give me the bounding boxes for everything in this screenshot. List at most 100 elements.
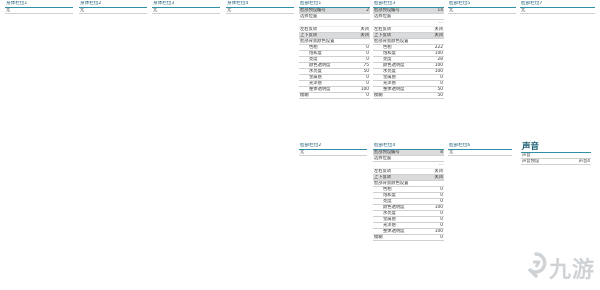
face-slot-6-value[interactable]: 无 xyxy=(448,150,512,156)
row-value: 0 xyxy=(440,210,443,216)
body-slot-4-panel: 身体栏位4 无 xyxy=(226,1,294,14)
row-value: 50 xyxy=(363,68,369,74)
row-label: 饱和度 xyxy=(383,50,396,56)
row-label: 模糊 xyxy=(374,234,383,240)
row-label: 选择位置 xyxy=(374,13,392,19)
body-slot-3-value[interactable]: 无 xyxy=(152,8,220,14)
row-label: 整体透明度 xyxy=(309,86,331,92)
row-label: 脸部预设编号 xyxy=(374,7,400,13)
body-slot-4-value[interactable]: 无 xyxy=(226,8,294,14)
face-slot-3-panel: 脸部栏位3 脸部预设编号 14 选择位置 ... 左右反转 关闭 上下反转 关闭 脸部… xyxy=(373,1,444,99)
body-slot-1-panel: 身体栏位1 无 xyxy=(5,1,73,14)
row-value: 75 xyxy=(363,62,369,68)
face-slot-1-title: 脸部栏位1 xyxy=(299,1,370,8)
row-value: 100 xyxy=(360,86,369,92)
face-slot-7-value[interactable]: 无 xyxy=(520,8,595,14)
row-value: 0 xyxy=(440,216,443,222)
position-value-row[interactable]: ... xyxy=(373,20,444,27)
row-label: 亮度 xyxy=(383,198,392,204)
row-label: 左右反转 xyxy=(374,26,392,32)
row-label: 色相 xyxy=(309,44,318,50)
row-value: 100 xyxy=(434,62,443,68)
blur-row[interactable]: 模糊 50 xyxy=(373,93,444,99)
row-value: 0 xyxy=(440,74,443,80)
face-slot-4-panel: 脸部栏位4 脸部预设编号 8 选择位置 ... 左右反转 关闭 上下反转 关闭 脸部背… xyxy=(373,143,444,241)
row-value: 0 xyxy=(440,222,443,228)
body-slot-2-value[interactable]: 无 xyxy=(79,8,147,14)
row-label: 色相 xyxy=(383,44,392,50)
sound-title: 声音 xyxy=(521,142,591,153)
row-label: 光泽感 xyxy=(309,80,322,86)
body-slot-4-title: 身体栏位4 xyxy=(226,1,294,8)
row-value: 关闭 xyxy=(434,26,443,32)
row-value: 关闭 xyxy=(360,26,369,32)
row-label: 脸部背景颜色设置 xyxy=(374,38,409,44)
face-slot-7-title: 脸部栏位7 xyxy=(520,1,595,8)
row-label: 水亮度 xyxy=(383,68,396,74)
row-value: 100 xyxy=(434,228,443,234)
body-slot-2-panel: 身体栏位2 无 xyxy=(79,1,147,14)
row-label: 水亮度 xyxy=(383,210,396,216)
row-label: 脸部背景颜色设置 xyxy=(374,180,409,186)
face-slot-6-title: 脸部栏位6 xyxy=(448,143,512,150)
blur-row[interactable]: 模糊 0 xyxy=(299,93,370,99)
row-value: ... xyxy=(438,161,443,167)
row-value: 2 xyxy=(366,7,369,13)
row-label: 脸部预设编号 xyxy=(300,7,326,13)
row-label: 左右反转 xyxy=(300,26,318,32)
row-value: 0 xyxy=(366,74,369,80)
row-label: 模糊 xyxy=(374,92,383,98)
row-value: 关闭 xyxy=(434,168,443,174)
row-value: 0 xyxy=(440,186,443,192)
row-value: ... xyxy=(438,19,443,25)
row-label: 光泽感 xyxy=(383,80,396,86)
face-slot-3-title: 脸部栏位3 xyxy=(373,1,444,8)
body-slot-3-panel: 身体栏位3 无 xyxy=(152,1,220,14)
face-slot-2-panel: 脸部栏位2 无 xyxy=(299,143,367,156)
body-slot-1-title: 身体栏位1 xyxy=(5,1,73,8)
row-label: 上下反转 xyxy=(374,174,392,180)
row-label: 颜色透明度 xyxy=(309,62,331,68)
row-label: 颜色透明度 xyxy=(383,204,405,210)
row-label: 脸部背景颜色设置 xyxy=(300,38,335,44)
row-label: 模糊 xyxy=(300,92,309,98)
row-label: 亮度 xyxy=(309,56,318,62)
row-label: 左右反转 xyxy=(374,168,392,174)
row-value: 8 xyxy=(440,149,443,155)
row-label: 金属感 xyxy=(383,216,396,222)
watermark: 九游 xyxy=(525,250,595,283)
row-label: 水亮度 xyxy=(309,68,322,74)
row-label: 饱和度 xyxy=(383,192,396,198)
face-slot-4-title: 脸部栏位4 xyxy=(373,143,444,150)
sound-preset-row[interactable]: 声音预设 声音4 xyxy=(521,159,591,165)
row-label: 声音预设 xyxy=(522,159,540,164)
row-label: 颜色透明度 xyxy=(383,62,405,68)
position-value-row[interactable]: ... xyxy=(373,162,444,169)
body-slot-2-title: 身体栏位2 xyxy=(79,1,147,8)
row-value: 0 xyxy=(440,234,443,240)
position-value-row[interactable] xyxy=(299,20,370,27)
face-slot-5-value[interactable]: 无 xyxy=(448,8,516,14)
row-label: 色相 xyxy=(383,186,392,192)
row-value: 0 xyxy=(366,80,369,86)
row-value: 100 xyxy=(434,50,443,56)
row-label: 上下反转 xyxy=(300,32,318,38)
face-slot-7-panel: 脸部栏位7 无 xyxy=(520,1,595,14)
row-label: 整体透明度 xyxy=(383,228,405,234)
row-value: 100 xyxy=(434,68,443,74)
row-label: 亮度 xyxy=(383,56,392,62)
face-slot-5-title: 脸部栏位5 xyxy=(448,1,516,8)
face-slot-1-panel: 脸部栏位1 脸部预设编号 2 选择位置 左右反转 关闭 上下反转 关闭 脸部背景颜色设… xyxy=(299,1,370,99)
watermark-logo-icon xyxy=(527,252,547,278)
row-value: 0 xyxy=(440,198,443,204)
row-value: 关闭 xyxy=(360,32,369,38)
row-label: 声音 xyxy=(522,153,531,158)
row-value: 100 xyxy=(434,204,443,210)
row-value: 222 xyxy=(434,44,443,50)
row-value: 0 xyxy=(366,92,369,98)
row-value: 50 xyxy=(437,86,443,92)
blur-row[interactable]: 模糊 0 xyxy=(373,235,444,241)
row-value: 0 xyxy=(366,44,369,50)
body-slot-1-value[interactable]: 无 xyxy=(5,8,73,14)
face-slot-2-value[interactable]: 无 xyxy=(299,150,367,156)
